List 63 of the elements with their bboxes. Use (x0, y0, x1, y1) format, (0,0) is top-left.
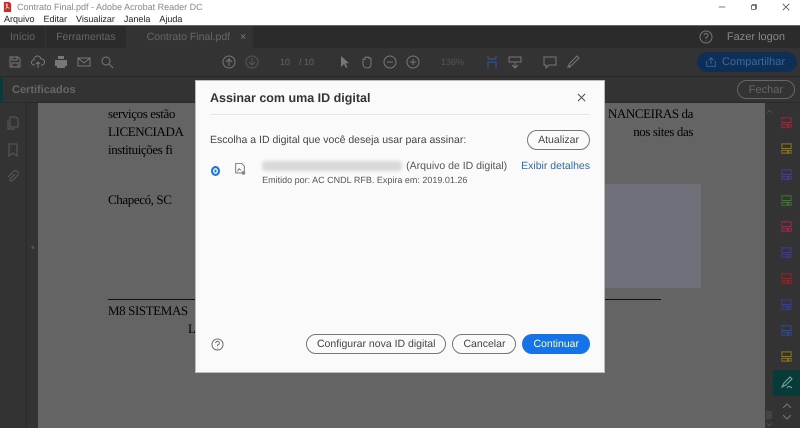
close-icon[interactable] (782, 2, 790, 10)
restore-icon[interactable] (750, 2, 758, 10)
details-link[interactable]: Exibir detalhes (521, 160, 590, 172)
save-icon[interactable] (8, 55, 22, 69)
certificate-file-icon (234, 161, 246, 178)
scrollbar-thumb[interactable] (766, 411, 772, 419)
cloud-upload-icon[interactable] (31, 55, 45, 69)
help-icon[interactable] (211, 338, 224, 350)
close-icon[interactable] (577, 93, 586, 102)
menu-item[interactable]: Editar (44, 14, 68, 24)
pen-icon[interactable] (566, 55, 580, 69)
scroll-down-icon[interactable] (766, 423, 772, 427)
mail-icon[interactable] (77, 55, 91, 69)
tool-icon[interactable] (780, 350, 793, 363)
arrow-up-circle-icon[interactable] (222, 55, 236, 69)
zoom-out-icon[interactable] (383, 55, 398, 69)
window-title: Contrato Final.pdf - Adobe Acrobat Reader DC (17, 2, 203, 12)
document-text: nos sites das (633, 123, 693, 141)
document-text: instituições fi (108, 141, 172, 159)
document-text: Chapecó, SC (108, 192, 172, 208)
document-text: LICENCIADA (108, 123, 184, 141)
dialog-button[interactable]: Configurar nova ID digital (306, 334, 446, 354)
issuer-text: Emitido por: AC CNDL RFB. Expira em: 2019.01.26 (262, 175, 468, 185)
document-text: L (188, 320, 196, 338)
id-type: (Arquivo de ID digital) (406, 160, 508, 172)
scroll-up-icon[interactable] (766, 109, 772, 113)
search-icon[interactable] (100, 55, 114, 69)
tool-icon[interactable] (780, 116, 793, 129)
share-icon (705, 56, 718, 68)
radio-button[interactable] (211, 166, 220, 176)
document-text: NANCEIRAS da (608, 105, 693, 123)
menu-item[interactable]: Visualizar (76, 14, 115, 24)
collapse-arrow-icon[interactable] (31, 244, 34, 250)
chevron-down-icon[interactable] (782, 415, 790, 420)
dialog-button[interactable]: Continuar (522, 334, 590, 354)
dialog-prompt: Escolha a ID digital que você deseja usar para assinar: (210, 134, 466, 146)
tool-icon[interactable] (780, 142, 793, 155)
pages-icon[interactable] (6, 116, 20, 130)
comment-icon[interactable] (543, 55, 558, 69)
help-icon[interactable] (698, 30, 713, 44)
document-text: M8 SISTEMAS (108, 302, 188, 320)
zoom-in-icon[interactable] (406, 55, 420, 69)
dialog-title: Assinar com uma ID digital (210, 90, 370, 104)
refresh-button[interactable]: Atualizar (527, 130, 590, 150)
tool-icon[interactable] (780, 220, 793, 233)
menu-item[interactable]: Ajuda (159, 14, 182, 24)
sign-tool-button[interactable] (773, 370, 800, 396)
paperclip-icon[interactable] (6, 170, 20, 184)
tool-icon[interactable] (780, 324, 793, 337)
hand-icon[interactable] (360, 55, 374, 69)
bookmark-icon[interactable] (6, 143, 20, 157)
pen-signature-icon (780, 376, 794, 390)
print-icon[interactable] (54, 55, 68, 69)
arrow-down-circle-icon[interactable] (245, 55, 259, 69)
tool-icon[interactable] (780, 194, 793, 207)
sign-in-link[interactable]: Fazer logon (726, 31, 800, 43)
chevron-up-icon[interactable] (782, 403, 790, 408)
tool-icon[interactable] (780, 272, 793, 285)
menu-item[interactable]: Janela (124, 14, 150, 24)
dialog-button[interactable]: Cancelar (452, 334, 516, 354)
page-fit-icon[interactable] (485, 55, 500, 69)
document-text: serviços estão (108, 105, 175, 123)
menu-item[interactable]: Arquivo (4, 14, 35, 24)
